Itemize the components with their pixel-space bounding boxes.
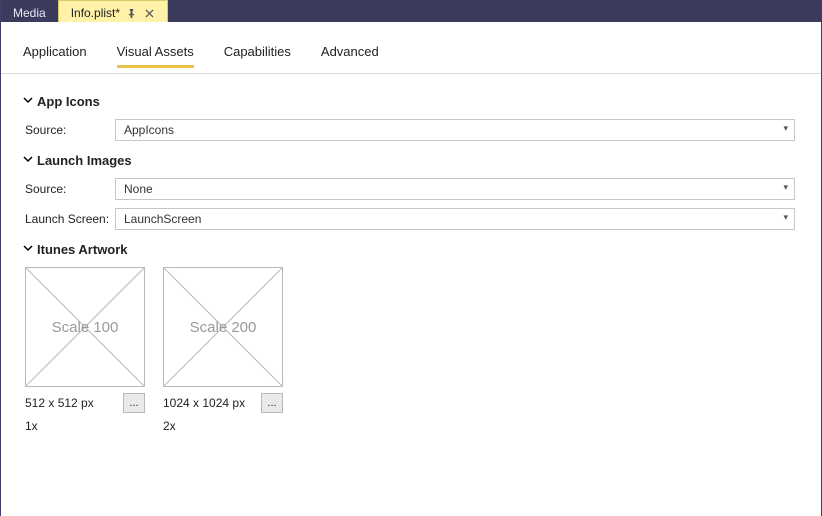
section-title: Launch Images [37, 153, 132, 168]
document-tab-media[interactable]: Media [1, 0, 58, 22]
artwork-dimensions: 1024 x 1024 px [163, 396, 245, 410]
artwork-scale: 2x [163, 419, 283, 433]
artwork-slots: Scale 100 512 x 512 px ... 1x [23, 267, 795, 433]
document-tab-label: Info.plist* [71, 6, 120, 20]
artwork-scale: 1x [25, 419, 145, 433]
section-title: App Icons [37, 94, 100, 109]
section-itunes-artwork: Itunes Artwork Scale 100 512 x 512 px [23, 242, 795, 433]
dropdown-value: AppIcons [124, 123, 174, 137]
dropdown-app-icons-source[interactable]: AppIcons [115, 119, 795, 141]
ellipsis-icon: ... [129, 398, 138, 409]
row-launch-images-source: Source: None [25, 178, 795, 200]
tab-visual-assets[interactable]: Visual Assets [117, 44, 194, 68]
dropdown-value: None [124, 182, 153, 196]
label-source: Source: [25, 182, 115, 196]
tab-capabilities[interactable]: Capabilities [224, 44, 291, 67]
browse-button[interactable]: ... [261, 393, 283, 413]
document-tab-infoplist[interactable]: Info.plist* [58, 0, 168, 22]
artwork-slot-1x: Scale 100 512 x 512 px ... 1x [25, 267, 145, 433]
label-launch-screen: Launch Screen: [25, 212, 115, 226]
section-launch-images: Launch Images Source: None Launch Screen… [23, 153, 795, 230]
ellipsis-icon: ... [267, 398, 276, 409]
document-tab-bar: Media Info.plist* [1, 0, 821, 22]
section-app-icons: App Icons Source: AppIcons [23, 94, 795, 141]
editor-window: Media Info.plist* Application Visual Ass… [0, 0, 822, 516]
dropdown-launch-images-source[interactable]: None [115, 178, 795, 200]
section-header-launch-images: Launch Images [23, 153, 795, 168]
image-placeholder[interactable]: Scale 100 [25, 267, 145, 387]
chevron-down-icon[interactable] [23, 243, 37, 256]
browse-button[interactable]: ... [123, 393, 145, 413]
artwork-dimensions: 512 x 512 px [25, 396, 94, 410]
row-launch-screen: Launch Screen: LaunchScreen [25, 208, 795, 230]
section-header-itunes-artwork: Itunes Artwork [23, 242, 795, 257]
image-placeholder[interactable]: Scale 200 [163, 267, 283, 387]
pin-icon[interactable] [127, 9, 136, 18]
document-tab-label: Media [13, 6, 46, 20]
section-title: Itunes Artwork [37, 242, 128, 257]
section-header-app-icons: App Icons [23, 94, 795, 109]
dropdown-value: LaunchScreen [124, 212, 201, 226]
close-icon[interactable] [143, 7, 155, 19]
tab-advanced[interactable]: Advanced [321, 44, 379, 67]
dropdown-launch-screen[interactable]: LaunchScreen [115, 208, 795, 230]
placeholder-label: Scale 200 [190, 319, 257, 336]
artwork-slot-2x: Scale 200 1024 x 1024 px ... 2x [163, 267, 283, 433]
placeholder-label: Scale 100 [52, 319, 119, 336]
tab-application[interactable]: Application [23, 44, 87, 67]
label-source: Source: [25, 123, 115, 137]
editor-content: Application Visual Assets Capabilities A… [1, 22, 821, 516]
sections-container: App Icons Source: AppIcons [1, 74, 821, 433]
chevron-down-icon[interactable] [23, 154, 37, 167]
subtab-bar: Application Visual Assets Capabilities A… [1, 22, 821, 74]
chevron-down-icon[interactable] [23, 95, 37, 108]
row-app-icons-source: Source: AppIcons [25, 119, 795, 141]
